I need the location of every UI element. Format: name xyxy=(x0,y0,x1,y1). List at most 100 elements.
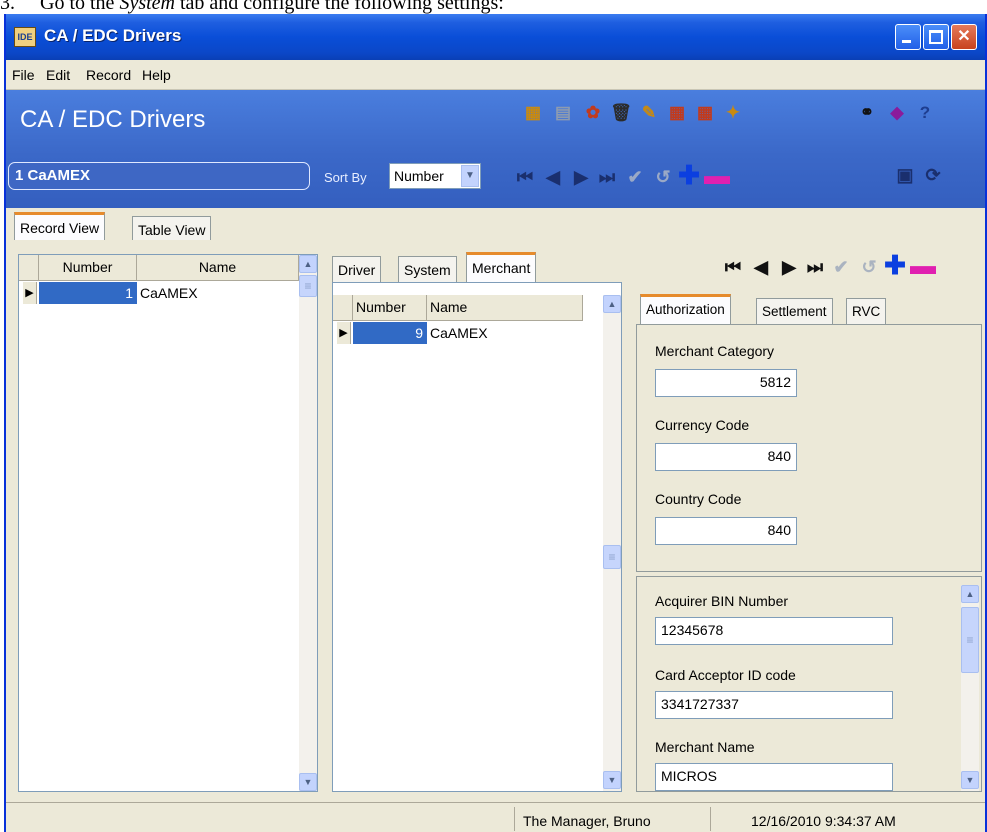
merchant-grid: Number Name ▶ 9 CaAMEX ▲ ≡ ▼ xyxy=(332,282,622,792)
save-check-icon[interactable]: ✔ xyxy=(622,166,648,188)
app-icon: IDE xyxy=(14,27,36,47)
acquirer-bin-input[interactable]: 12345678 xyxy=(655,617,893,645)
instruction-text-end: tab and configure the following settings… xyxy=(174,0,504,14)
wand-icon[interactable]: ✦ xyxy=(722,102,744,124)
merchant-number-cell[interactable]: 9 xyxy=(353,322,427,344)
copy-record-icon[interactable]: ▤ xyxy=(552,102,574,124)
window-title: CA / EDC Drivers xyxy=(44,26,182,45)
tab-table-view[interactable]: Table View xyxy=(132,216,212,240)
records-grid: Number Name ▶ 1 CaAMEX ▲ ≡ ▼ xyxy=(18,254,318,792)
acquirer-scroll-down-icon[interactable]: ▼ xyxy=(961,771,979,789)
last-record-icon[interactable]: ⏭ xyxy=(594,166,620,188)
tab-system[interactable]: System xyxy=(398,256,457,282)
module-header: CA / EDC Drivers 1 CaAMEX Sort By Number… xyxy=(6,90,985,208)
record-name-cell[interactable]: CaAMEX xyxy=(137,282,299,304)
merchant-column-name[interactable]: Name xyxy=(427,295,583,321)
merchant-scroll-down-icon[interactable]: ▼ xyxy=(603,771,621,789)
acquirer-scroll-thumb[interactable]: ≡ xyxy=(961,607,979,673)
merchant-name-cell[interactable]: CaAMEX xyxy=(427,322,583,344)
delete-merchant-icon[interactable]: ▬ xyxy=(910,252,936,278)
undo-merchant-icon[interactable]: ↺ xyxy=(856,256,882,278)
tab-merchant[interactable]: Merchant xyxy=(466,252,537,282)
undo-icon[interactable]: ↺ xyxy=(650,166,676,188)
maximize-icon xyxy=(929,30,943,44)
scroll-down-icon[interactable]: ▼ xyxy=(299,773,317,791)
next-record-icon[interactable]: ▶ xyxy=(568,166,594,188)
help-pointer-icon[interactable]: ? xyxy=(914,102,936,124)
insert-record-icon[interactable]: ✿ xyxy=(582,102,604,124)
next-merchant-icon[interactable]: ▶ xyxy=(776,256,802,278)
menu-help[interactable]: Help xyxy=(142,67,171,83)
merchant-name-input[interactable]: MICROS xyxy=(655,763,893,791)
instruction-text-start: Go to the xyxy=(40,0,120,14)
merchant-scroll-up-icon[interactable]: ▲ xyxy=(603,295,621,313)
merchant-column-number[interactable]: Number xyxy=(353,295,427,321)
tab-authorization[interactable]: Authorization xyxy=(640,294,731,324)
chevron-down-icon[interactable]: ▼ xyxy=(461,165,479,187)
previous-record-icon[interactable]: ◀ xyxy=(540,166,566,188)
current-record-display: 1 CaAMEX xyxy=(8,162,310,190)
title-bar[interactable]: IDE CA / EDC Drivers ✕ xyxy=(6,14,985,60)
merchant-row-indicator: ▶ xyxy=(337,322,351,344)
new-record-icon[interactable]: ▦ xyxy=(522,102,544,124)
minimize-button[interactable] xyxy=(895,24,921,50)
acquirer-scrollbar[interactable]: ▲ ≡ ▼ xyxy=(961,585,979,791)
sort-by-label: Sort By xyxy=(324,170,367,185)
acquirer-scroll-up-icon[interactable]: ▲ xyxy=(961,585,979,603)
merchant-category-input[interactable]: 5812 xyxy=(655,369,797,397)
close-icon: ✕ xyxy=(957,28,971,45)
tab-settlement[interactable]: Settlement xyxy=(756,298,833,324)
menu-file[interactable]: File xyxy=(12,67,35,83)
trash-icon[interactable]: 🗑 xyxy=(610,102,632,124)
step-number: 3. xyxy=(0,0,15,14)
tab-record-view[interactable]: Record View xyxy=(14,212,106,240)
close-button[interactable]: ✕ xyxy=(951,24,977,50)
currency-code-label: Currency Code xyxy=(655,417,750,433)
merchant-category-label: Merchant Category xyxy=(655,343,775,359)
sort-by-select[interactable]: Number ▼ xyxy=(389,163,481,189)
column-header-name[interactable]: Name xyxy=(137,255,299,281)
merchant-name-label: Merchant Name xyxy=(655,739,755,755)
last-merchant-icon[interactable]: ⏭ xyxy=(802,256,828,278)
monitor-icon[interactable]: ▣ xyxy=(892,164,918,186)
status-user: The Manager, Bruno xyxy=(514,807,659,831)
delete-icon[interactable]: ▬ xyxy=(704,162,730,188)
status-datetime: 12/16/2010 9:34:37 AM xyxy=(710,807,904,831)
menu-record[interactable]: Record xyxy=(86,67,131,83)
book-icon[interactable]: ◆ xyxy=(886,102,908,124)
acquirer-panel: Acquirer BIN Number 12345678 Card Accept… xyxy=(636,576,982,792)
card-acceptor-id-label: Card Acceptor ID code xyxy=(655,667,796,683)
card-acceptor-id-input[interactable]: 3341727337 xyxy=(655,691,893,719)
menu-edit[interactable]: Edit xyxy=(46,67,70,83)
refresh-icon[interactable]: ⟳ xyxy=(920,164,946,186)
column-header-number[interactable]: Number xyxy=(39,255,137,281)
view-tabs: Record View Table View xyxy=(6,208,985,240)
merchant-scrollbar[interactable]: ▲ ≡ ▼ xyxy=(603,295,621,791)
currency-code-input[interactable]: 840 xyxy=(655,443,797,471)
country-code-label: Country Code xyxy=(655,491,742,507)
instruction-text-italic: System xyxy=(119,0,175,14)
scroll-thumb[interactable]: ≡ xyxy=(299,275,317,297)
merchant-scroll-thumb[interactable]: ≡ xyxy=(603,545,621,569)
binoculars-icon[interactable]: ⚭ xyxy=(856,102,878,124)
authorization-panel: Merchant Category 5812 Currency Code 840… xyxy=(636,324,982,572)
edit-record-icon[interactable]: ✎ xyxy=(638,102,660,124)
row-header-corner xyxy=(19,255,39,281)
acquirer-bin-label: Acquirer BIN Number xyxy=(655,593,789,609)
first-merchant-icon[interactable]: ⏮ xyxy=(720,256,746,278)
add-icon[interactable]: ✚ xyxy=(676,162,702,188)
previous-merchant-icon[interactable]: ◀ xyxy=(748,256,774,278)
country-code-input[interactable]: 840 xyxy=(655,517,797,545)
tab-rvc[interactable]: RVC xyxy=(846,298,887,324)
import-icon[interactable]: ▦ xyxy=(666,102,688,124)
first-record-icon[interactable]: ⏮ xyxy=(512,166,538,188)
export-icon[interactable]: ▦ xyxy=(694,102,716,124)
scroll-up-icon[interactable]: ▲ xyxy=(299,255,317,273)
add-merchant-icon[interactable]: ✚ xyxy=(882,252,908,278)
maximize-button[interactable] xyxy=(923,24,949,50)
records-scrollbar[interactable]: ▲ ≡ ▼ xyxy=(299,255,317,791)
tab-driver[interactable]: Driver xyxy=(332,256,382,282)
record-number-cell[interactable]: 1 xyxy=(39,282,137,304)
menu-bar: File Edit Record Help xyxy=(6,60,985,90)
save-merchant-icon[interactable]: ✔ xyxy=(828,256,854,278)
